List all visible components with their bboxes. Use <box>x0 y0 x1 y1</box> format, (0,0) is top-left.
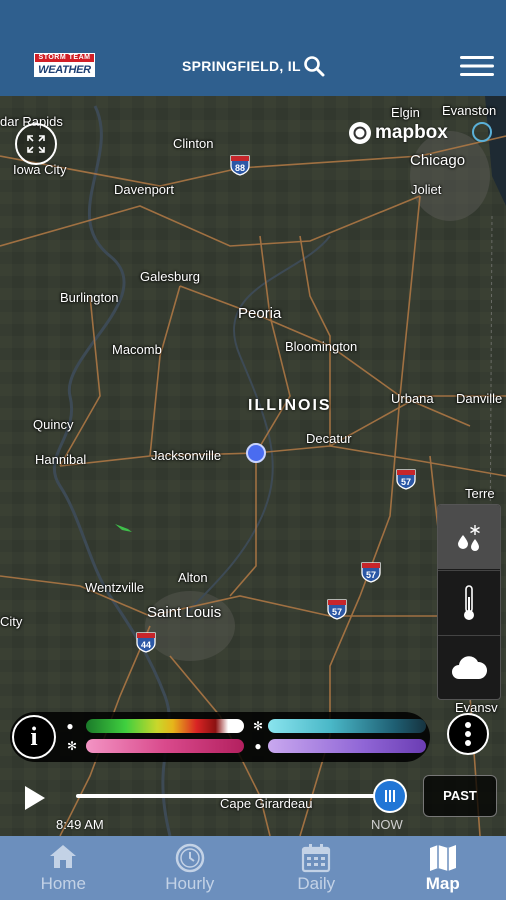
snow-intensity-bar <box>268 719 426 733</box>
calendar-icon <box>302 844 331 873</box>
rain-intensity-bar <box>86 719 244 733</box>
city-evansville: Evansv <box>455 700 498 715</box>
state-label: ILLINOIS <box>248 397 332 414</box>
mix-intensity-bar <box>86 739 244 753</box>
logo-bottom-text: WEATHER <box>34 63 95 77</box>
play-icon <box>25 786 45 810</box>
map-icon <box>429 845 456 871</box>
city-urbana: Urbana <box>391 391 434 406</box>
timeline-scrubber[interactable] <box>373 779 407 813</box>
city-galesburg: Galesburg <box>140 269 200 284</box>
mapbox-text: mapbox <box>375 122 448 143</box>
timeline-track[interactable] <box>76 794 390 798</box>
nav-item-map[interactable]: Map <box>380 836 506 900</box>
mapbox-logo-icon <box>349 122 371 144</box>
layer-selector <box>437 504 501 700</box>
shield-57-label: 57 <box>366 570 376 580</box>
city-alton: Alton <box>178 570 208 585</box>
precip-layer-button[interactable] <box>438 505 500 569</box>
search-icon[interactable] <box>303 55 325 77</box>
shield-57-label: 57 <box>401 477 411 487</box>
nav-label-hourly: Hourly <box>165 874 215 893</box>
play-button[interactable] <box>22 784 48 812</box>
cloud-layer-button[interactable] <box>438 635 500 699</box>
grip-icon <box>385 790 395 802</box>
info-icon[interactable] <box>472 122 492 142</box>
interstate-57-shield: 57 <box>361 562 381 583</box>
city-elgin: Elgin <box>391 105 420 120</box>
city-hannibal: Hannibal <box>35 452 87 467</box>
timeline-time: 8:49 AM <box>56 817 104 832</box>
city-cape-girardeau: Cape Girardeau <box>220 796 313 811</box>
expand-map-icon[interactable] <box>15 123 57 165</box>
temperature-layer-button[interactable] <box>438 570 500 634</box>
nav-label-home: Home <box>40 874 86 893</box>
radar-map[interactable]: dar Rapids Clinton Elgin Evanston Iowa C… <box>0 96 506 836</box>
clock-icon <box>175 843 204 873</box>
mix-legend-icon: ✻ <box>66 739 78 753</box>
nav-item-home[interactable]: Home <box>0 836 127 900</box>
city-wentzville: Wentzville <box>85 580 145 595</box>
city-bloomington: Bloomington <box>285 339 358 354</box>
city-saint-louis: Saint Louis <box>147 604 222 621</box>
more-vertical-icon <box>465 722 471 746</box>
shield-88-label: 88 <box>235 163 245 173</box>
city-peoria: Peoria <box>238 305 282 322</box>
more-options-button[interactable] <box>447 713 489 755</box>
rain-legend-icon: ● <box>66 719 74 733</box>
hamburger-menu-icon[interactable] <box>460 55 494 77</box>
interstate-57-shield: 57 <box>327 599 347 620</box>
precip-icon <box>458 525 480 551</box>
city-evanston: Evanston <box>442 103 497 118</box>
nav-item-hourly[interactable]: Hourly <box>127 836 254 900</box>
legend-info-button[interactable]: i <box>12 715 56 759</box>
city-burlington: Burlington <box>60 290 119 305</box>
storm-team-weather-logo[interactable]: STORM TEAM WEATHER <box>34 53 95 77</box>
interstate-88-shield: 88 <box>230 155 250 176</box>
interstate-44-shield: 44 <box>136 632 156 653</box>
city-decatur: Decatur <box>306 431 352 446</box>
shield-44-label: 44 <box>141 640 151 650</box>
city-terre-haute: Terre <box>465 486 495 501</box>
ice-legend-icon: ● <box>254 739 262 753</box>
city-jacksonville: Jacksonville <box>151 448 222 463</box>
nav-label-map: Map <box>425 874 460 893</box>
ice-intensity-bar <box>268 739 426 753</box>
mapbox-attribution[interactable]: mapbox <box>349 121 448 145</box>
city-clinton: Clinton <box>173 136 214 151</box>
timeline-now-label: NOW <box>371 817 403 832</box>
interstate-57-shield: 57 <box>396 469 416 490</box>
radar-legend: i ● ✻ ✻ ● <box>10 712 430 762</box>
city-macomb: Macomb <box>112 342 162 357</box>
snow-legend-icon: ✻ <box>252 719 264 733</box>
nav-item-daily[interactable]: Daily <box>253 836 380 900</box>
shield-57-label: 57 <box>332 607 342 617</box>
cloud-icon <box>452 655 487 679</box>
city-danville: Danville <box>456 391 503 406</box>
nav-label-daily: Daily <box>297 874 336 893</box>
location-title[interactable]: SPRINGFIELD, IL <box>182 58 301 74</box>
city-quincy: Quincy <box>33 417 74 432</box>
home-icon <box>50 845 77 868</box>
past-button[interactable]: PAST <box>423 775 497 817</box>
city-davenport: Davenport <box>114 182 174 197</box>
logo-top-text: STORM TEAM <box>34 53 95 63</box>
city-joliet: Joliet <box>411 182 442 197</box>
bottom-navigation: Home Hourly Daily Map <box>0 836 506 900</box>
thermometer-icon <box>464 584 474 620</box>
app-header: STORM TEAM WEATHER SPRINGFIELD, IL <box>0 0 506 96</box>
city-chicago: Chicago <box>410 152 466 169</box>
current-location-marker <box>246 443 266 463</box>
city-edge: City <box>0 614 23 629</box>
